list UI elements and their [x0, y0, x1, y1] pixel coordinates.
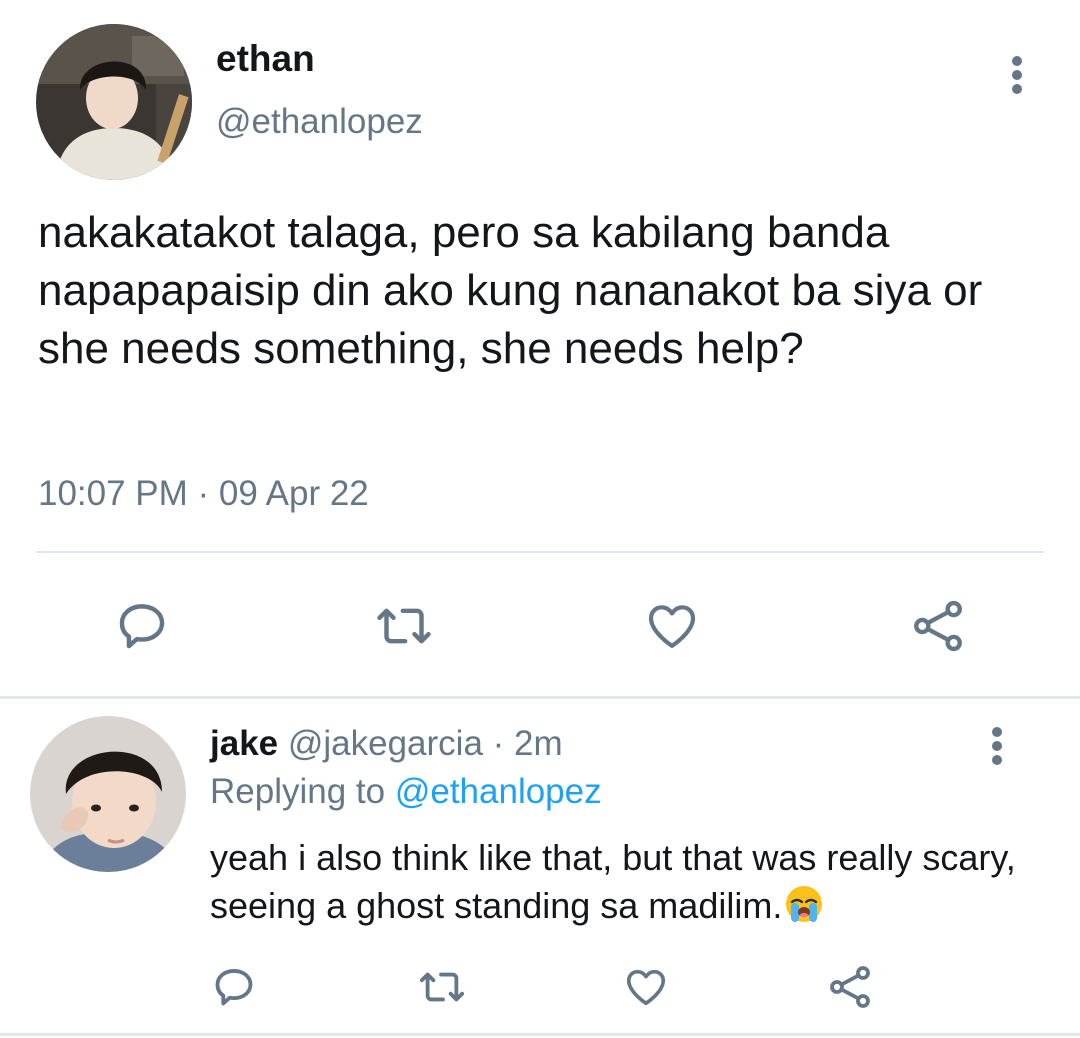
- retweet-icon: [419, 972, 465, 1002]
- reply-icon: [119, 604, 165, 649]
- reply-author-name[interactable]: jake: [210, 724, 278, 763]
- replying-mention-link[interactable]: @ethanlopez: [395, 772, 602, 811]
- reply-share-button[interactable]: [822, 962, 878, 1012]
- reply-author-avatar[interactable]: [30, 716, 186, 872]
- reply-separator: ·: [482, 724, 515, 763]
- share-icon: [914, 600, 962, 652]
- reply-header: jake @jakegarcia · 2m: [210, 724, 563, 764]
- more-vertical-icon[interactable]: [990, 727, 1004, 765]
- loudly-crying-face-icon: [786, 886, 823, 922]
- reply-reply-button[interactable]: [208, 962, 260, 1012]
- replying-to: Replying to @ethanlopez: [210, 772, 602, 812]
- more-vertical-icon[interactable]: [1010, 56, 1024, 94]
- tweet-timestamp[interactable]: 10:07 PM · 09 Apr 22: [38, 474, 369, 514]
- reply-retweet-button[interactable]: [412, 962, 472, 1012]
- share-icon: [830, 966, 870, 1008]
- heart-icon: [648, 605, 696, 648]
- author-handle[interactable]: @ethanlopez: [216, 102, 423, 142]
- reply-age: 2m: [514, 724, 563, 763]
- replying-prefix: Replying to: [210, 772, 395, 811]
- reply-text: yeah i also think like that, but that wa…: [210, 837, 1016, 926]
- author-avatar[interactable]: [36, 24, 192, 180]
- reply-icon: [215, 968, 253, 1006]
- retweet-icon: [377, 608, 431, 644]
- reply-author-handle[interactable]: @jakegarcia: [288, 724, 483, 763]
- author-name[interactable]: ethan: [216, 38, 315, 80]
- reply-like-button[interactable]: [618, 962, 674, 1012]
- reply-text-container: yeah i also think like that, but that wa…: [210, 834, 1050, 930]
- share-button[interactable]: [906, 596, 970, 656]
- like-button[interactable]: [640, 596, 704, 656]
- bottom-divider: [0, 1033, 1080, 1036]
- tweet-text: nakakatakot talaga, pero sa kabilang ban…: [38, 208, 983, 373]
- section-divider: [0, 696, 1080, 699]
- retweet-button[interactable]: [372, 596, 436, 656]
- reply-button[interactable]: [110, 596, 174, 656]
- divider: [36, 551, 1044, 553]
- heart-icon: [626, 969, 666, 1006]
